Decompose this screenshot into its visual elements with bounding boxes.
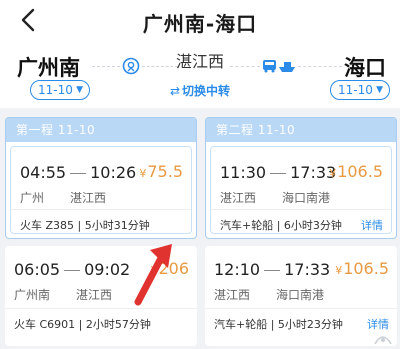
price: ¥75.5 <box>139 162 183 181</box>
transport-info: 火车 C6901 | 2小时57分钟 <box>14 316 151 332</box>
leg2-header: 第二程 11-10 <box>206 118 396 142</box>
to-station: 海口南港 <box>276 288 325 302</box>
leg1-column: 第一程 11-10 04:55 10:26 ¥75.5 广州 湛江西 火车 Z385… <box>5 117 197 239</box>
watermark-logo-icon <box>374 336 392 345</box>
duration: 2小时57分钟 <box>85 318 151 331</box>
price-value: 206 <box>158 259 189 278</box>
mode-separator: | <box>267 318 278 331</box>
time-range: 12:10 17:33 <box>214 260 330 279</box>
leg2-option-card[interactable]: 12:10 17:33 ¥106.5 湛江西 海口南港 汽车+轮船 | 5小时23分… <box>205 246 397 346</box>
divider <box>205 308 397 309</box>
price-value: 106.5 <box>337 162 383 181</box>
route-row: 广州南 湛江西 海口 <box>0 48 400 80</box>
arrive-time: 09:02 <box>84 260 131 279</box>
stations: 湛江西 海口南港 <box>214 286 324 303</box>
currency-symbol: ¥ <box>335 264 343 277</box>
transport-mode: 汽车+轮船 <box>220 219 274 232</box>
leg1-header-label: 第一程 11-10 <box>16 123 96 137</box>
depart-time: 04:55 <box>20 163 67 182</box>
leg1-header: 第一程 11-10 <box>6 118 196 142</box>
currency-symbol: ¥ <box>150 264 158 277</box>
price: ¥206 <box>150 259 189 278</box>
mode-separator: | <box>75 318 86 331</box>
destination-city[interactable]: 海口 <box>344 52 386 82</box>
depart-time: 11:30 <box>220 163 267 182</box>
bus-ship-icon <box>263 60 295 73</box>
duration: 5小时31分钟 <box>84 219 150 232</box>
divider <box>11 209 191 210</box>
time-connector <box>64 270 81 271</box>
divider <box>211 209 391 210</box>
price: ¥106.5 <box>329 162 383 181</box>
price-value: 106.5 <box>343 259 389 278</box>
route-line-mid-right <box>230 66 260 67</box>
to-station: 湛江西 <box>76 288 113 302</box>
to-station: 海口南港 <box>282 191 331 205</box>
leg1-option-card[interactable]: 04:55 10:26 ¥75.5 广州 湛江西 火车 Z385 | 5小时31分钟 <box>10 146 192 234</box>
mode-separator: | <box>273 219 284 232</box>
time-connector <box>264 270 281 271</box>
swap-icon: ⇄ <box>169 84 181 98</box>
transport-mode: 汽车+轮船 <box>214 318 268 331</box>
chevron-down-icon: ▼ <box>376 85 383 95</box>
to-station: 湛江西 <box>70 191 107 205</box>
page-title: 广州南-海口 <box>142 12 258 36</box>
time-range: 06:05 09:02 <box>14 260 130 279</box>
depart-time: 06:05 <box>14 260 61 279</box>
currency-symbol: ¥ <box>329 167 337 180</box>
time-range: 04:55 10:26 <box>20 163 136 182</box>
arrive-time: 10:26 <box>90 163 137 182</box>
stations: 广州南 湛江西 <box>14 286 112 303</box>
stations: 湛江西 海口南港 <box>220 189 330 206</box>
arrive-time: 17:33 <box>284 260 331 279</box>
price: ¥106.5 <box>335 259 389 278</box>
from-station: 湛江西 <box>214 288 251 302</box>
switch-transfer-label: 切换中转 <box>182 84 231 98</box>
price-value: 75.5 <box>147 162 183 181</box>
transport-info: 汽车+轮船 | 6小时3分钟 <box>220 217 342 233</box>
currency-symbol: ¥ <box>139 167 147 180</box>
transport-mode: 火车 C6901 <box>14 318 76 331</box>
mode-separator: | <box>74 219 85 232</box>
dest-date-picker[interactable]: 11-10 ▼ <box>330 80 390 100</box>
time-connector <box>270 173 287 174</box>
duration: 6小时3分钟 <box>283 219 342 232</box>
transport-info: 汽车+轮船 | 5小时23分钟 <box>214 316 343 332</box>
depart-time: 12:10 <box>214 260 261 279</box>
time-connector <box>70 173 87 174</box>
leg2-option-card[interactable]: 11:30 17:33 ¥106.5 湛江西 海口南港 汽车+轮船 | 6小时3分钟… <box>210 146 392 234</box>
transport-mode: 火车 Z385 <box>20 219 75 232</box>
route-line-right <box>298 66 342 67</box>
from-station: 广州 <box>20 191 45 205</box>
divider <box>5 308 197 309</box>
transfer-city: 湛江西 <box>175 52 224 71</box>
stations: 广州 湛江西 <box>20 189 106 206</box>
dest-date: 11-10 <box>338 83 373 97</box>
details-link[interactable]: 详情 <box>361 217 383 233</box>
time-range: 11:30 17:33 <box>220 163 336 182</box>
leg2-header-label: 第二程 11-10 <box>216 123 296 137</box>
from-station: 湛江西 <box>220 191 257 205</box>
header: 广州南-海口 广州南 湛江西 海口 11-10 ▼ ⇄ 切换中转 11-10 ▼ <box>0 0 400 108</box>
transport-info: 火车 Z385 | 5小时31分钟 <box>20 217 150 233</box>
leg1-option-card[interactable]: 06:05 09:02 ¥206 广州南 湛江西 火车 C6901 | 2小时57分… <box>5 246 197 346</box>
leg2-column: 第二程 11-10 11:30 17:33 ¥106.5 湛江西 海口南港 汽车+轮… <box>205 117 397 239</box>
from-station: 广州南 <box>14 288 51 302</box>
duration: 5小时23分钟 <box>277 318 343 331</box>
